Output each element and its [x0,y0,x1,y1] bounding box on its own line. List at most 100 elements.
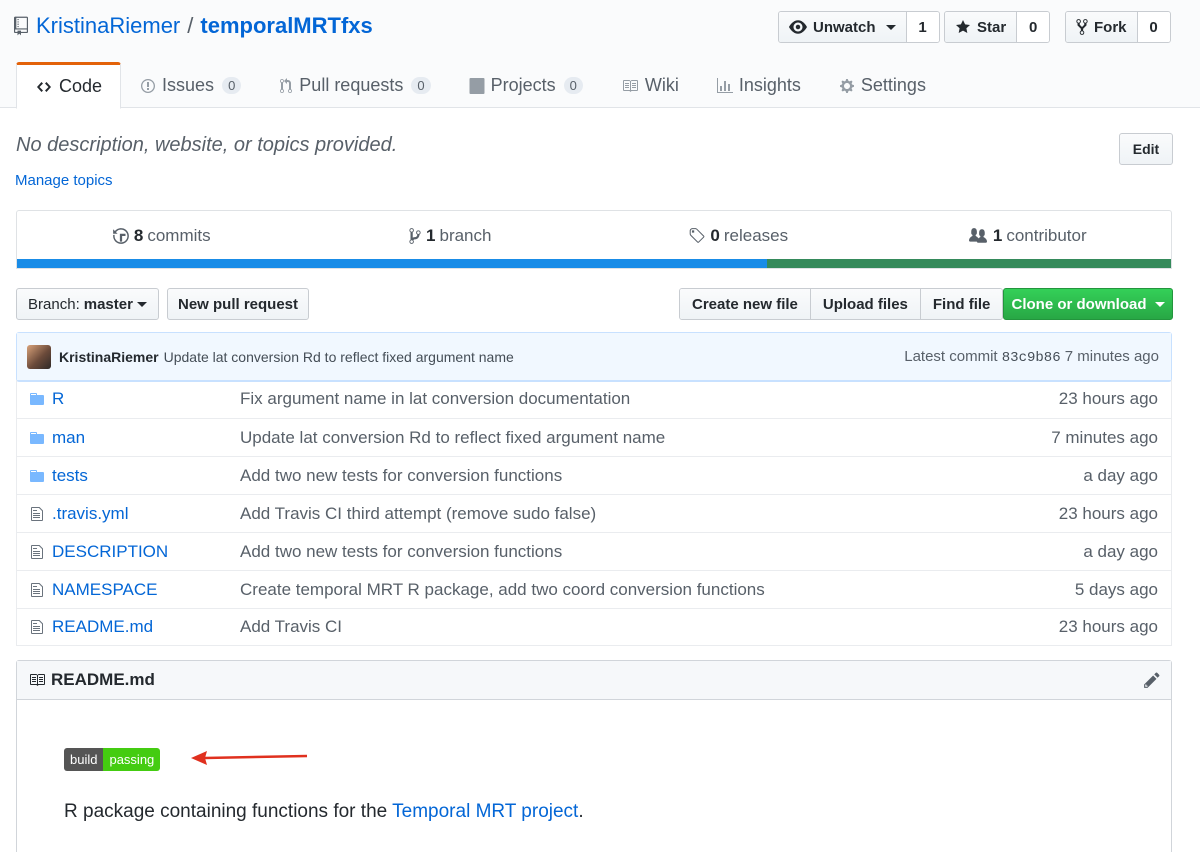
pull-request-icon [280,77,293,93]
readme-text-after: . [578,801,584,822]
people-icon [968,228,987,243]
book-icon [622,79,638,92]
latest-commit-info: Latest commit 83c9b86 7 minutes ago [904,348,1159,366]
commit-sha-link[interactable]: 83c9b86 [1002,350,1061,366]
code-icon [37,81,51,92]
tab-projects-label: Projects [490,75,556,95]
file-row: DESCRIPTION Add two new tests for conver… [16,532,1172,570]
readme-panel: README.md build passing R package contai… [16,660,1172,852]
forks-count[interactable]: 0 [1137,12,1170,42]
latest-commit-prefix: Latest commit [904,347,998,365]
badge-label: build [64,748,104,771]
file-name-link[interactable]: DESCRIPTION [52,542,240,562]
readme-title: README.md [51,670,155,689]
commit-author-link[interactable]: KristinaRiemer [59,349,159,365]
file-age: 23 hours ago [1058,389,1158,408]
new-pull-request-button[interactable]: New pull request [167,288,309,320]
file-list: R Fix argument name in lat conversion do… [16,380,1172,646]
chevron-down-icon [136,301,147,307]
file-row: tests Add two new tests for conversion f… [16,456,1172,494]
file-commit-message[interactable]: Add Travis CI third attempt (remove sudo… [240,504,971,524]
file-name-link[interactable]: README.md [52,617,240,637]
repo-header: KristinaRiemer / temporalMRTfxs Unwatch … [0,0,1200,109]
releases-count: 0 [710,226,720,245]
file-name-link[interactable]: .travis.yml [52,504,240,524]
repo-description: No description, website, or topics provi… [16,134,398,156]
tag-icon [690,228,705,243]
file-row: man Update lat conversion Rd to reflect … [16,418,1172,456]
unwatch-button[interactable]: Unwatch [779,12,907,42]
clone-or-download-button[interactable]: Clone or download [1003,288,1173,320]
branch-name: master [83,295,133,313]
tab-insights-label: Insights [738,75,801,95]
book-icon [30,674,45,686]
repo-owner-link[interactable]: KristinaRiemer [36,13,180,39]
language-bar-other[interactable] [767,259,1171,268]
file-name-link[interactable]: R [52,389,240,409]
manage-topics-link[interactable]: Manage topics [15,172,113,189]
file-commit-message[interactable]: Update lat conversion Rd to reflect fixe… [240,428,971,448]
commit-age: 7 minutes ago [1064,347,1159,365]
commit-message-link[interactable]: Update lat conversion Rd to reflect fixe… [164,349,514,365]
file-name-link[interactable]: tests [52,466,240,486]
star-button[interactable]: Star [945,12,1018,42]
chevron-down-icon [1154,301,1165,307]
file-row: NAMESPACE Create temporal MRT R package,… [16,570,1172,608]
readme-paragraph: R package containing functions for the T… [64,801,584,823]
file-commit-message[interactable]: Create temporal MRT R package, add two c… [240,580,971,600]
file-name-link[interactable]: man [52,428,240,448]
graph-icon [716,77,733,93]
unwatch-label: Unwatch [813,18,876,36]
file-commit-message[interactable]: Add Travis CI [240,617,971,637]
file-icon [30,582,43,597]
tab-projects[interactable]: Projects 0 [450,62,602,108]
language-bar-r[interactable] [17,259,768,268]
tab-issues[interactable]: Issues 0 [121,62,260,108]
branch-select-button[interactable]: Branch: master [16,288,159,320]
branches-label: branch [439,226,492,245]
tab-wiki[interactable]: Wiki [602,62,698,108]
upload-files-button[interactable]: Upload files [810,289,921,319]
tab-settings[interactable]: Settings [820,62,945,108]
tab-insights[interactable]: Insights [698,62,820,108]
tab-settings-label: Settings [860,75,926,95]
tab-pull-requests-label: Pull requests [299,75,404,95]
edit-description-button[interactable]: Edit [1119,133,1173,165]
releases-label: releases [723,226,789,245]
file-commit-message[interactable]: Add two new tests for conversion functio… [240,542,971,562]
projects-counter: 0 [563,77,583,94]
avatar[interactable] [27,344,51,369]
chevron-down-icon [885,24,896,30]
build-status-badge[interactable]: build passing [64,748,161,771]
create-new-file-button[interactable]: Create new file [680,289,811,319]
tab-pull-requests[interactable]: Pull requests 0 [260,62,449,108]
releases-summary[interactable]: 0 releases [594,211,883,261]
repo-icon [14,16,28,36]
pencil-icon[interactable] [1143,671,1161,689]
readme-header: README.md [17,661,1171,700]
fork-button[interactable]: Fork [1066,12,1138,42]
temporal-mrt-project-link[interactable]: Temporal MRT project [392,801,578,822]
file-commit-message[interactable]: Add two new tests for conversion functio… [240,466,971,486]
find-file-button[interactable]: Find file [920,289,1003,319]
stargazers-count[interactable]: 0 [1017,12,1050,42]
star-group: Star 0 [944,11,1051,43]
repo-title: KristinaRiemer / temporalMRTfxs [14,13,373,39]
file-row: README.md Add Travis CI 23 hours ago [16,608,1172,646]
file-icon [30,506,43,521]
branches-summary[interactable]: 1 branch [306,211,595,261]
file-icon [30,544,43,559]
tab-issues-label: Issues [162,75,215,95]
file-commit-message[interactable]: Fix argument name in lat conversion docu… [240,389,971,409]
commits-summary[interactable]: 8 commits [17,211,306,261]
branch-icon [409,228,421,244]
commits-label: commits [147,226,211,245]
latest-commit-bar: KristinaRiemer Update lat conversion Rd … [16,332,1172,382]
repo-name-link[interactable]: temporalMRTfxs [200,13,372,39]
branch-prefix: Branch: [28,295,80,313]
language-bar[interactable] [17,259,1171,268]
watchers-count[interactable]: 1 [906,12,939,42]
tab-code[interactable]: Code [16,62,122,109]
contributors-summary[interactable]: 1 contributor [883,211,1172,261]
file-name-link[interactable]: NAMESPACE [52,580,240,600]
